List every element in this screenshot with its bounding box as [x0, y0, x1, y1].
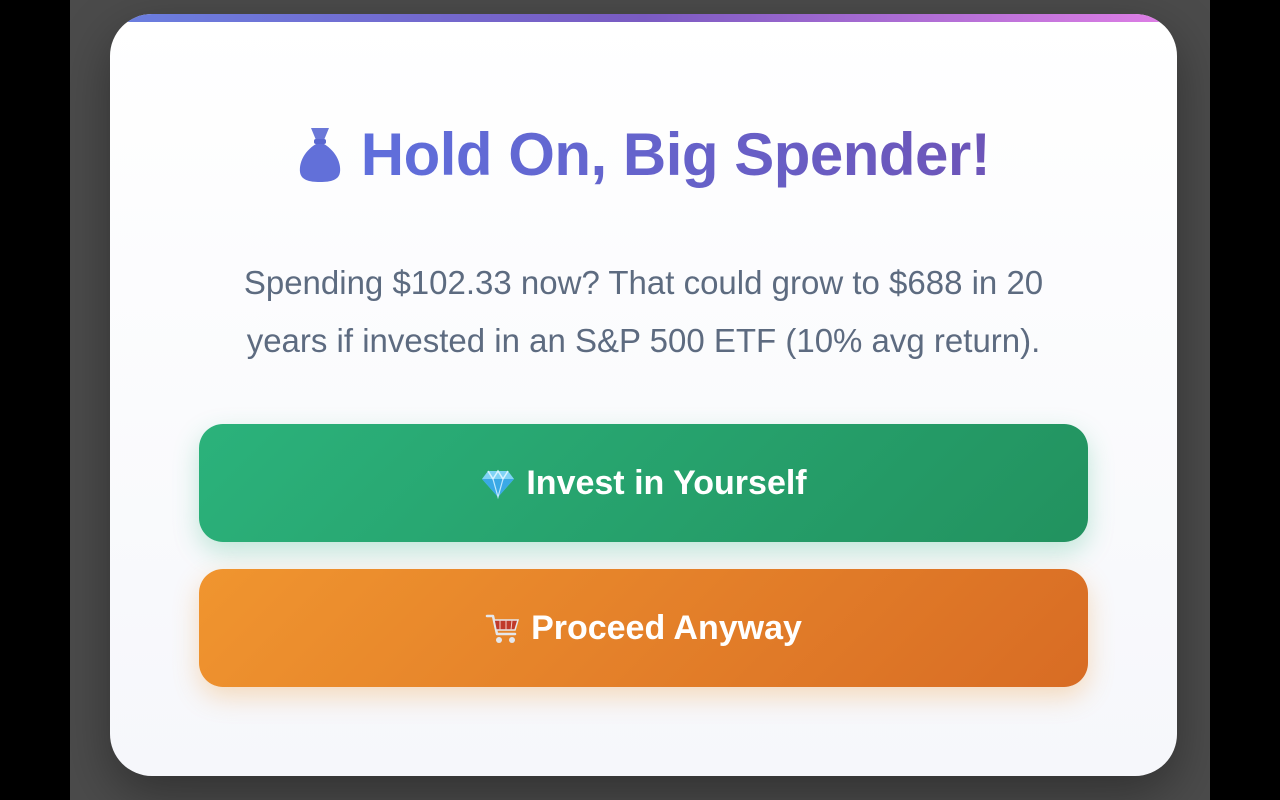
money-bag-icon [297, 124, 343, 184]
proceed-anyway-button[interactable]: Proceed Anyway [199, 569, 1088, 687]
savings-prompt-dialog: Hold On, Big Spender! Spending $102.33 n… [110, 14, 1177, 776]
invest-button-label: Invest in Yourself [526, 463, 807, 502]
proceed-button-label: Proceed Anyway [531, 608, 802, 647]
dialog-title-row: Hold On, Big Spender! [110, 114, 1177, 194]
dialog-title: Hold On, Big Spender! [360, 120, 991, 188]
diamond-icon [480, 465, 516, 501]
dialog-message: Spending $102.33 now? That could grow to… [243, 264, 1044, 359]
invest-in-yourself-button[interactable]: Invest in Yourself [199, 424, 1088, 542]
shopping-cart-icon [485, 610, 521, 646]
dialog-accent-bar [110, 14, 1177, 22]
